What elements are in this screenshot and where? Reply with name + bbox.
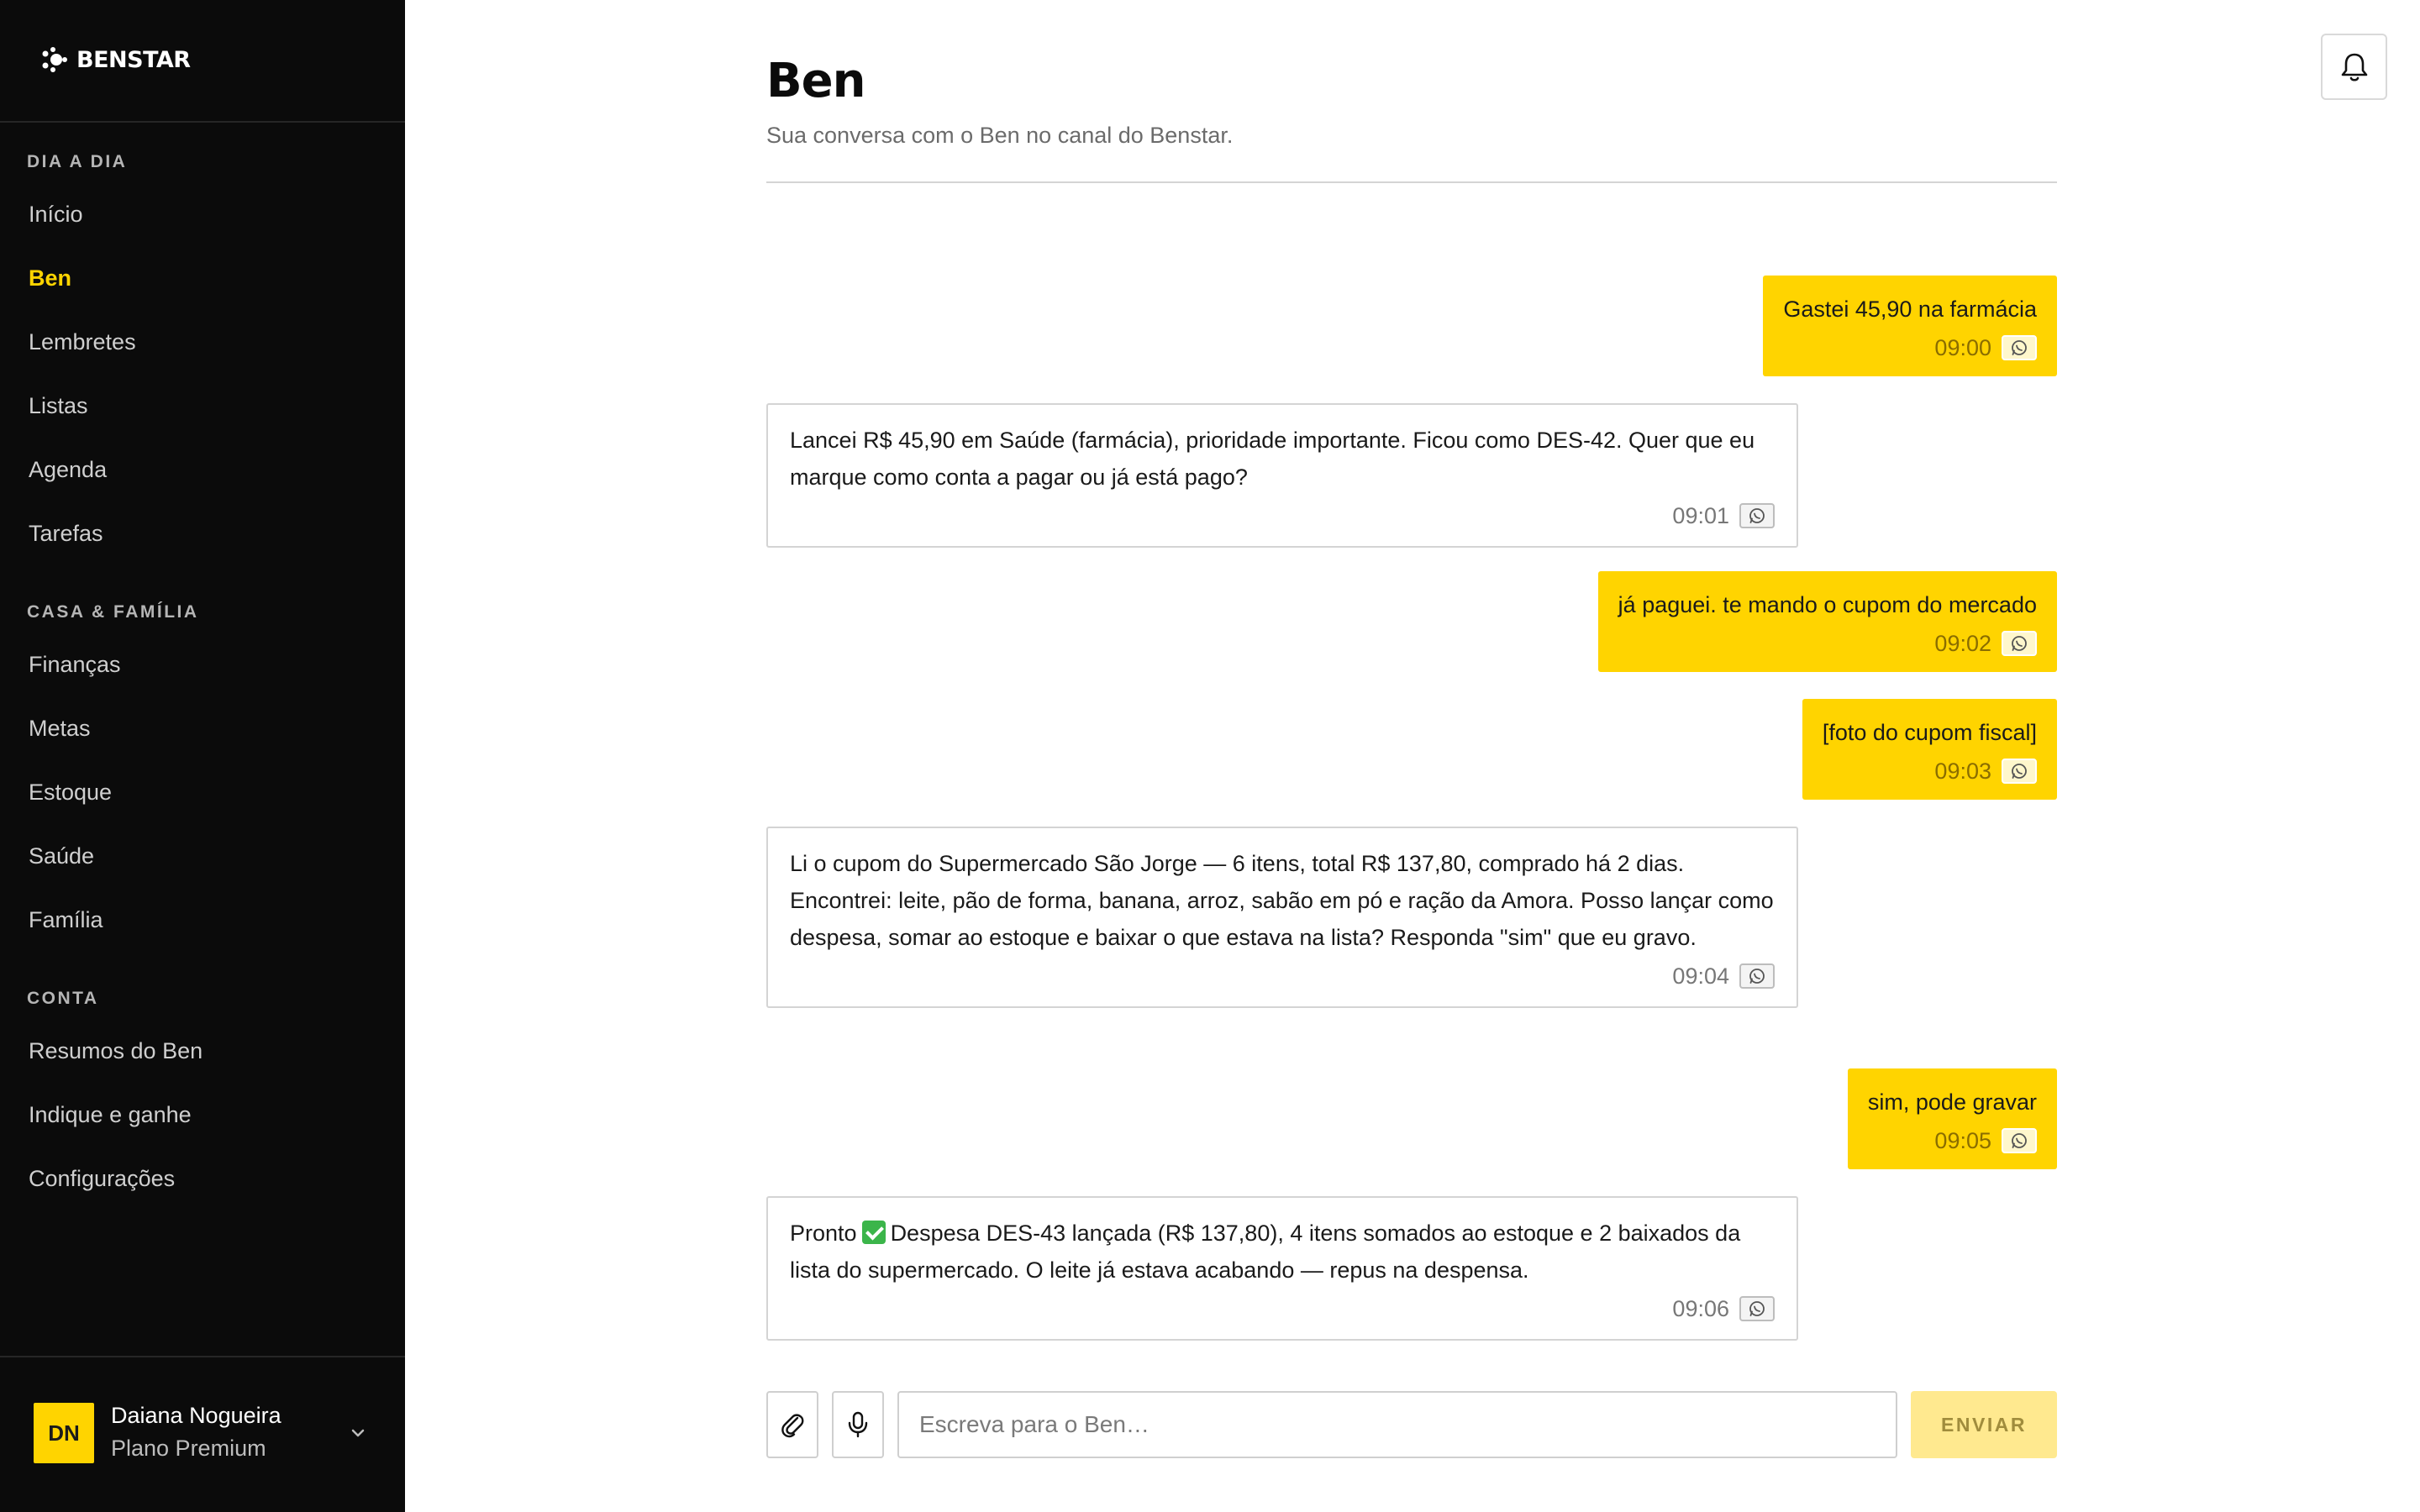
message-text: Li o cupom do Supermercado São Jorge — 6… <box>790 851 1774 950</box>
user-plan: Plano Premium <box>111 1436 266 1461</box>
user-name: Daiana Nogueira <box>111 1403 281 1428</box>
whatsapp-icon <box>2002 1128 2037 1153</box>
sidebar-item-familia[interactable]: Família <box>29 907 103 933</box>
brand-name: BENSTAR <box>76 46 191 73</box>
user-message: Gastei 45,90 na farmácia 09:00 <box>1763 276 2057 376</box>
user-message: [foto do cupom fiscal] 09:03 <box>1802 699 2057 800</box>
sidebar-item-indique[interactable]: Indique e ganhe <box>29 1102 192 1128</box>
whatsapp-icon <box>2002 759 2037 784</box>
user-menu[interactable]: DN Daiana Nogueira Plano Premium <box>34 1401 370 1465</box>
message-text: sim, pode gravar <box>1867 1089 2037 1115</box>
message-text-part: Despesa DES-43 lançada (R$ 137,80), 4 it… <box>790 1221 1741 1283</box>
user-message: já paguei. te mando o cupom do mercado 0… <box>1597 571 2057 672</box>
message-text: Pronto Despesa DES-43 lançada (R$ 137,80)… <box>790 1215 1775 1289</box>
notifications-button[interactable] <box>2321 34 2387 100</box>
sidebar-divider <box>0 121 405 123</box>
message-time: 09:05 <box>1934 1128 1991 1153</box>
sidebar-item-lembretes[interactable]: Lembretes <box>29 329 136 355</box>
whatsapp-icon <box>1739 1296 1775 1321</box>
message-text-part: Pronto <box>790 1221 857 1246</box>
section-title-dia-a-dia: DIA A DIA <box>27 152 128 171</box>
attach-button[interactable] <box>766 1391 818 1458</box>
sidebar-item-agenda[interactable]: Agenda <box>29 457 107 483</box>
header-divider <box>766 181 2057 183</box>
microphone-icon <box>848 1411 868 1438</box>
whatsapp-icon <box>2002 631 2037 656</box>
whatsapp-icon <box>2002 335 2037 360</box>
sidebar-item-saude[interactable]: Saúde <box>29 843 94 869</box>
brand-logo[interactable]: BENSTAR <box>39 46 191 73</box>
message-text: Gastei 45,90 na farmácia <box>1783 297 2037 322</box>
sidebar-item-metas[interactable]: Metas <box>29 716 91 742</box>
sidebar-item-tarefas[interactable]: Tarefas <box>29 521 103 547</box>
ben-message: Lancei R$ 45,90 em Saúde (farmácia), pri… <box>766 403 1798 548</box>
section-title-conta: CONTA <box>27 989 99 1008</box>
sidebar-item-ben[interactable]: Ben <box>29 265 71 291</box>
section-title-casa-familia: CASA & FAMÍLIA <box>27 602 199 622</box>
message-time: 09:01 <box>1672 503 1729 528</box>
send-button[interactable]: ENVIAR <box>1911 1391 2057 1458</box>
message-text: [foto do cupom fiscal] <box>1822 720 2037 745</box>
bell-icon <box>2341 53 2367 81</box>
message-time: 09:04 <box>1672 963 1729 989</box>
ben-message: Pronto Despesa DES-43 lançada (R$ 137,80)… <box>766 1196 1798 1341</box>
message-input[interactable] <box>897 1391 1897 1458</box>
sidebar-item-listas[interactable]: Listas <box>29 393 88 419</box>
page-subtitle: Sua conversa com o Ben no canal do Benst… <box>766 123 1234 148</box>
message-text: já paguei. te mando o cupom do mercado <box>1618 592 2037 617</box>
avatar: DN <box>34 1403 94 1463</box>
check-icon <box>861 1221 886 1244</box>
message-time: 09:03 <box>1934 759 1991 784</box>
sidebar-divider <box>0 1356 405 1357</box>
paperclip-icon <box>781 1414 804 1438</box>
sidebar-item-configuracoes[interactable]: Configurações <box>29 1166 175 1192</box>
message-time: 09:02 <box>1934 631 1991 656</box>
brand-mark-icon <box>42 47 67 72</box>
whatsapp-icon <box>1739 963 1775 989</box>
chevron-down-icon[interactable] <box>346 1421 370 1445</box>
message-time: 09:00 <box>1934 335 1991 360</box>
page-title: Ben <box>766 54 866 108</box>
message-time: 09:06 <box>1672 1296 1729 1321</box>
sidebar: BENSTAR DIA A DIA Início Ben Lembretes L… <box>0 0 405 1512</box>
sidebar-item-estoque[interactable]: Estoque <box>29 780 112 806</box>
whatsapp-icon <box>1739 503 1775 528</box>
message-text: Lancei R$ 45,90 em Saúde (farmácia), pri… <box>790 428 1755 490</box>
user-message: sim, pode gravar 09:05 <box>1847 1068 2057 1169</box>
sidebar-item-inicio[interactable]: Início <box>29 202 83 228</box>
ben-message: Li o cupom do Supermercado São Jorge — 6… <box>766 827 1798 1008</box>
sidebar-item-resumos[interactable]: Resumos do Ben <box>29 1038 203 1064</box>
sidebar-item-financas[interactable]: Finanças <box>29 652 121 678</box>
microphone-button[interactable] <box>832 1391 884 1458</box>
